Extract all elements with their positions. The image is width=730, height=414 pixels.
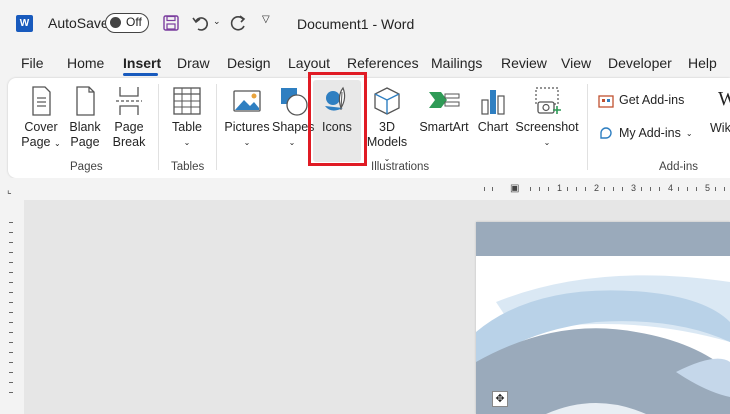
ruler-number: 1 <box>557 183 563 193</box>
horizontal-ruler <box>0 178 730 200</box>
tab-insert[interactable]: Insert <box>123 55 161 71</box>
tab-review[interactable]: Review <box>501 55 547 71</box>
ruler-number: 3 <box>631 183 637 193</box>
chevron-down-icon: ⌄ <box>53 139 61 148</box>
pictures-label: Pictures <box>224 120 270 134</box>
blank-page-icon <box>76 86 95 116</box>
cover-page-icon <box>32 86 51 116</box>
group-label-pages: Pages <box>70 161 103 173</box>
chevron-down-icon: ⌄ <box>685 128 693 138</box>
tab-help[interactable]: Help <box>688 55 717 71</box>
group-separator <box>158 84 159 170</box>
blank-page-button[interactable]: Blank Page <box>66 86 104 150</box>
ruler-number: 4 <box>668 183 674 193</box>
screenshot-button[interactable]: Screenshot ⌄ <box>515 86 579 150</box>
document-title: Document1 - Word <box>297 16 415 32</box>
chevron-down-icon: ⌄ <box>243 138 251 147</box>
smartart-button[interactable]: SmartArt <box>416 86 472 135</box>
my-addins-button[interactable]: My Add-ins ⌄ <box>598 125 693 141</box>
cover-page-label-1: Cover <box>24 120 58 134</box>
shapes-icon <box>281 88 308 116</box>
blank-page-label-2: Page <box>70 135 100 149</box>
page-break-label-1: Page <box>114 120 144 134</box>
chart-icon <box>481 90 505 115</box>
shapes-button[interactable]: Shapes ⌄ <box>272 86 315 150</box>
cover-page-button[interactable]: Cover Page ⌄ <box>18 86 64 151</box>
vertical-ruler <box>0 200 22 414</box>
redo-icon[interactable] <box>228 14 248 32</box>
toggle-knob <box>110 17 121 28</box>
group-label-illustrations: Illustrations <box>371 161 430 173</box>
ruler-number: 2 <box>594 183 600 193</box>
chart-button[interactable]: Chart <box>474 86 512 135</box>
screenshot-icon <box>535 87 561 114</box>
tab-mailings[interactable]: Mailings <box>431 55 482 71</box>
chevron-down-icon: ⌄ <box>543 138 551 147</box>
chart-label: Chart <box>477 120 509 134</box>
smartart-label: SmartArt <box>419 120 469 134</box>
3d-models-label-2: Models <box>366 135 408 149</box>
customize-toolbar-icon[interactable]: ▽ <box>262 14 270 25</box>
3d-models-label-1: 3D <box>379 120 395 134</box>
tab-file[interactable]: File <box>21 55 44 71</box>
addins-icon <box>600 127 612 139</box>
table-icon <box>173 87 201 115</box>
wiki-label: Wiki <box>710 121 730 135</box>
page-break-icon <box>116 87 142 115</box>
tab-view[interactable]: View <box>561 55 591 71</box>
undo-icon[interactable] <box>191 14 211 32</box>
pictures-icon <box>233 90 261 112</box>
chevron-down-icon: ⌄ <box>183 138 191 147</box>
cube-icon <box>374 87 400 115</box>
tab-design[interactable]: Design <box>227 55 271 71</box>
autosave-state: Off <box>126 15 142 29</box>
page-break-label-2: Break <box>112 135 146 149</box>
word-app-icon: W <box>16 15 33 32</box>
icons-highlight-box <box>308 72 367 166</box>
my-addins-label: My Add-ins <box>619 126 681 140</box>
group-separator <box>216 84 217 170</box>
title-bar: W AutoSave Off ⌄ ▽ Document1 - Word <box>0 0 730 48</box>
3d-models-button[interactable]: 3D Models ⌄ <box>364 86 410 166</box>
cover-page-label-2: Page <box>21 135 51 149</box>
autosave-label: AutoSave <box>48 15 109 31</box>
group-label-tables: Tables <box>171 161 205 173</box>
get-addins-label: Get Add-ins <box>619 93 685 107</box>
store-icon <box>598 95 614 108</box>
get-addins-button[interactable]: Get Add-ins <box>598 92 684 108</box>
cover-art-image <box>476 275 730 414</box>
group-separator <box>587 84 588 170</box>
smartart-icon <box>429 92 460 108</box>
tab-developer[interactable]: Developer <box>608 55 672 71</box>
table-label: Table <box>172 120 202 134</box>
tab-selector-icon[interactable]: ⌞ <box>7 185 12 196</box>
ruler-number: 5 <box>705 183 711 193</box>
document-page[interactable] <box>476 222 730 414</box>
pictures-button[interactable]: Pictures ⌄ <box>224 86 270 150</box>
wikipedia-icon[interactable]: W <box>718 88 730 111</box>
blank-page-label-1: Blank <box>69 120 101 134</box>
indent-marker-icon[interactable]: ▣ <box>510 183 519 194</box>
save-icon[interactable] <box>163 15 179 31</box>
tab-references[interactable]: References <box>347 55 419 71</box>
screenshot-label: Screenshot <box>515 120 579 134</box>
chevron-down-icon: ⌄ <box>288 138 296 147</box>
tab-draw[interactable]: Draw <box>177 55 210 71</box>
autosave-toggle[interactable]: Off <box>105 13 149 33</box>
table-button[interactable]: Table ⌄ <box>166 86 208 150</box>
shapes-label: Shapes <box>272 120 315 134</box>
active-tab-indicator <box>123 73 158 76</box>
undo-dropdown-icon[interactable]: ⌄ <box>213 16 221 27</box>
move-handle-icon[interactable]: ✥ <box>492 391 508 407</box>
page-break-button[interactable]: Page Break <box>108 86 150 150</box>
group-label-addins: Add-ins <box>659 161 698 173</box>
tab-home[interactable]: Home <box>67 55 104 71</box>
tab-layout[interactable]: Layout <box>288 55 330 71</box>
